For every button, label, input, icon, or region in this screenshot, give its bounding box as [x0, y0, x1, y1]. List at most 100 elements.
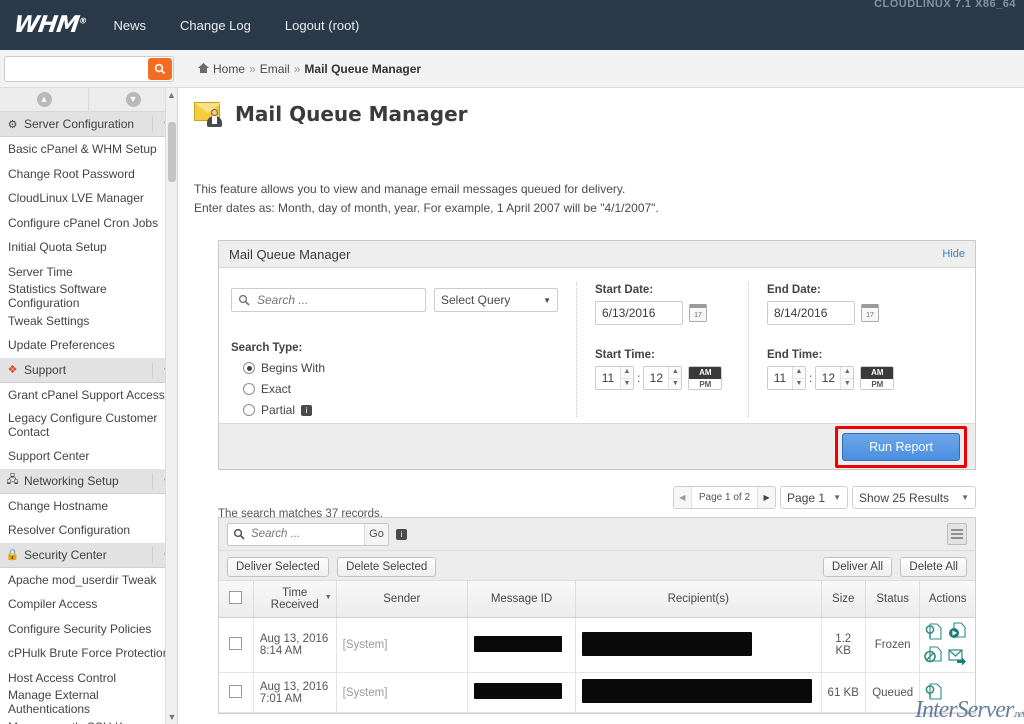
view-message-icon[interactable] — [924, 682, 946, 704]
previous-page-icon[interactable]: ◀ — [674, 487, 691, 508]
page-select-dropdown[interactable]: Page 1 ▼ — [780, 486, 848, 509]
sidebar-group-server-configuration[interactable]: ⚙ Server Configuration ▼ — [0, 112, 177, 137]
send-message-icon[interactable] — [948, 646, 970, 668]
column-status[interactable]: Status — [865, 581, 919, 618]
table-row[interactable]: Aug 13, 2016 7:01 AM [System] — [219, 673, 975, 713]
calendar-icon[interactable]: 17 — [689, 304, 707, 322]
sidebar-item-host-access-control[interactable]: Host Access Control — [0, 666, 177, 691]
collapse-all-button[interactable]: ▲ — [0, 88, 89, 111]
end-pm-option[interactable]: PM — [861, 379, 893, 390]
scrollbar-thumb[interactable] — [168, 122, 176, 182]
calendar-icon[interactable]: 17 — [861, 304, 879, 322]
sidebar-item-cloudlinux-lve[interactable]: CloudLinux LVE Manager — [0, 186, 177, 211]
search-input[interactable] — [5, 57, 143, 81]
sidebar-item-change-hostname[interactable]: Change Hostname — [0, 494, 177, 519]
whm-logo[interactable]: WHM® — [12, 12, 87, 38]
sidebar-group-networking-setup[interactable]: 🖧 Networking Setup ▼ — [0, 469, 177, 494]
sidebar-item-cphulk[interactable]: cPHulk Brute Force Protection — [0, 641, 177, 666]
column-sender[interactable]: Sender — [336, 581, 467, 618]
grid-search-input[interactable] — [249, 527, 364, 541]
nav-logout[interactable]: Logout (root) — [285, 18, 359, 33]
column-time-received[interactable]: Time Received ▼ — [253, 581, 336, 618]
start-am-option[interactable]: AM — [689, 367, 721, 379]
sidebar-item-manage-external-auth[interactable]: Manage External Authentications — [0, 690, 177, 715]
end-minute-stepper[interactable]: 12 ▲▼ — [815, 366, 854, 390]
delete-all-button[interactable]: Delete All — [900, 557, 967, 577]
radio-icon[interactable] — [243, 362, 255, 374]
radio-icon[interactable] — [243, 383, 255, 395]
select-all-checkbox[interactable] — [229, 591, 242, 604]
stepper-down-icon[interactable]: ▼ — [621, 379, 633, 390]
start-hour-stepper[interactable]: 11 ▲▼ — [595, 366, 634, 390]
scroll-down-icon[interactable]: ▼ — [166, 710, 178, 724]
sidebar-group-security-center[interactable]: 🔒 Security Center ▼ — [0, 543, 177, 568]
unfreeze-message-icon[interactable] — [924, 646, 946, 668]
column-message-id[interactable]: Message ID — [467, 581, 575, 618]
sidebar-item-support-center[interactable]: Support Center — [0, 444, 177, 469]
sidebar-item-change-root-password[interactable]: Change Root Password — [0, 162, 177, 187]
start-ampm-toggle[interactable]: AM PM — [688, 366, 722, 390]
sidebar-item-apache-mod-userdir[interactable]: Apache mod_userdir Tweak — [0, 568, 177, 593]
sidebar-item-basic-setup[interactable]: Basic cPanel & WHM Setup — [0, 137, 177, 162]
sidebar-search-box[interactable] — [4, 56, 174, 82]
results-per-page-dropdown[interactable]: Show 25 Results ▼ — [852, 486, 976, 509]
sidebar-item-configure-security-policies[interactable]: Configure Security Policies — [0, 617, 177, 642]
stepper-up-icon[interactable]: ▲ — [669, 367, 681, 379]
expand-all-button[interactable]: ▼ — [89, 88, 177, 111]
end-date-input[interactable] — [767, 301, 855, 325]
sidebar-item-compiler-access[interactable]: Compiler Access — [0, 592, 177, 617]
row-checkbox[interactable] — [229, 685, 242, 698]
info-icon[interactable]: i — [396, 529, 407, 540]
query-search-input[interactable] — [255, 292, 415, 308]
radio-exact[interactable]: Exact — [243, 382, 576, 396]
stepper-up-icon[interactable]: ▲ — [841, 367, 853, 379]
hide-panel-link[interactable]: Hide — [942, 248, 965, 260]
start-pm-option[interactable]: PM — [689, 379, 721, 390]
stepper-up-icon[interactable]: ▲ — [793, 367, 805, 379]
nav-change-log[interactable]: Change Log — [180, 18, 251, 33]
radio-icon[interactable] — [243, 404, 255, 416]
table-row[interactable]: Aug 13, 2016 8:14 AM [System] — [219, 618, 975, 673]
scroll-up-icon[interactable]: ▲ — [166, 88, 177, 102]
stepper-down-icon[interactable]: ▼ — [793, 379, 805, 390]
end-hour-stepper[interactable]: 11 ▲▼ — [767, 366, 806, 390]
deliver-message-icon[interactable] — [948, 622, 970, 644]
sidebar-item-grant-support-access[interactable]: Grant cPanel Support Access — [0, 383, 177, 408]
deliver-all-button[interactable]: Deliver All — [823, 557, 892, 577]
sidebar-item-server-time[interactable]: Server Time — [0, 260, 177, 285]
sidebar-group-support[interactable]: ❖ Support ▼ — [0, 358, 177, 383]
breadcrumb-home[interactable]: Home — [213, 62, 245, 76]
stepper-down-icon[interactable]: ▼ — [669, 379, 681, 390]
column-size[interactable]: Size — [821, 581, 865, 618]
radio-partial[interactable]: Partial i — [243, 403, 576, 417]
select-query-dropdown[interactable]: Select Query ▼ — [434, 288, 558, 312]
query-search-box[interactable] — [231, 288, 426, 312]
end-am-option[interactable]: AM — [861, 367, 893, 379]
delete-selected-button[interactable]: Delete Selected — [337, 557, 436, 577]
start-minute-stepper[interactable]: 12 ▲▼ — [643, 366, 682, 390]
sidebar-item-update-preferences[interactable]: Update Preferences — [0, 333, 177, 358]
sidebar-item-statistics-software[interactable]: Statistics Software Configuration — [0, 284, 177, 309]
sidebar-scrollbar[interactable]: ▲ ▼ — [165, 88, 177, 724]
sort-desc-icon[interactable]: ▼ — [325, 594, 332, 601]
nav-news[interactable]: News — [114, 18, 147, 33]
search-icon[interactable] — [148, 58, 172, 80]
deliver-selected-button[interactable]: Deliver Selected — [227, 557, 329, 577]
next-page-icon[interactable]: ▶ — [758, 487, 775, 508]
column-chooser-icon[interactable] — [947, 523, 967, 545]
breadcrumb-email[interactable]: Email — [260, 62, 290, 76]
radio-begins-with[interactable]: Begins With — [243, 361, 576, 375]
end-ampm-toggle[interactable]: AM PM — [860, 366, 894, 390]
grid-search-box[interactable]: Go — [227, 523, 389, 546]
sidebar-item-initial-quota-setup[interactable]: Initial Quota Setup — [0, 235, 177, 260]
sidebar-item-legacy-customer-contact[interactable]: Legacy Configure Customer Contact — [0, 407, 177, 444]
row-checkbox[interactable] — [229, 637, 242, 650]
sidebar-item-tweak-settings[interactable]: Tweak Settings — [0, 309, 177, 334]
view-message-icon[interactable] — [924, 622, 946, 644]
grid-search-go-button[interactable]: Go — [364, 524, 388, 545]
stepper-up-icon[interactable]: ▲ — [621, 367, 633, 379]
sidebar-item-resolver-configuration[interactable]: Resolver Configuration — [0, 518, 177, 543]
start-date-input[interactable] — [595, 301, 683, 325]
column-recipients[interactable]: Recipient(s) — [576, 581, 821, 618]
stepper-down-icon[interactable]: ▼ — [841, 379, 853, 390]
